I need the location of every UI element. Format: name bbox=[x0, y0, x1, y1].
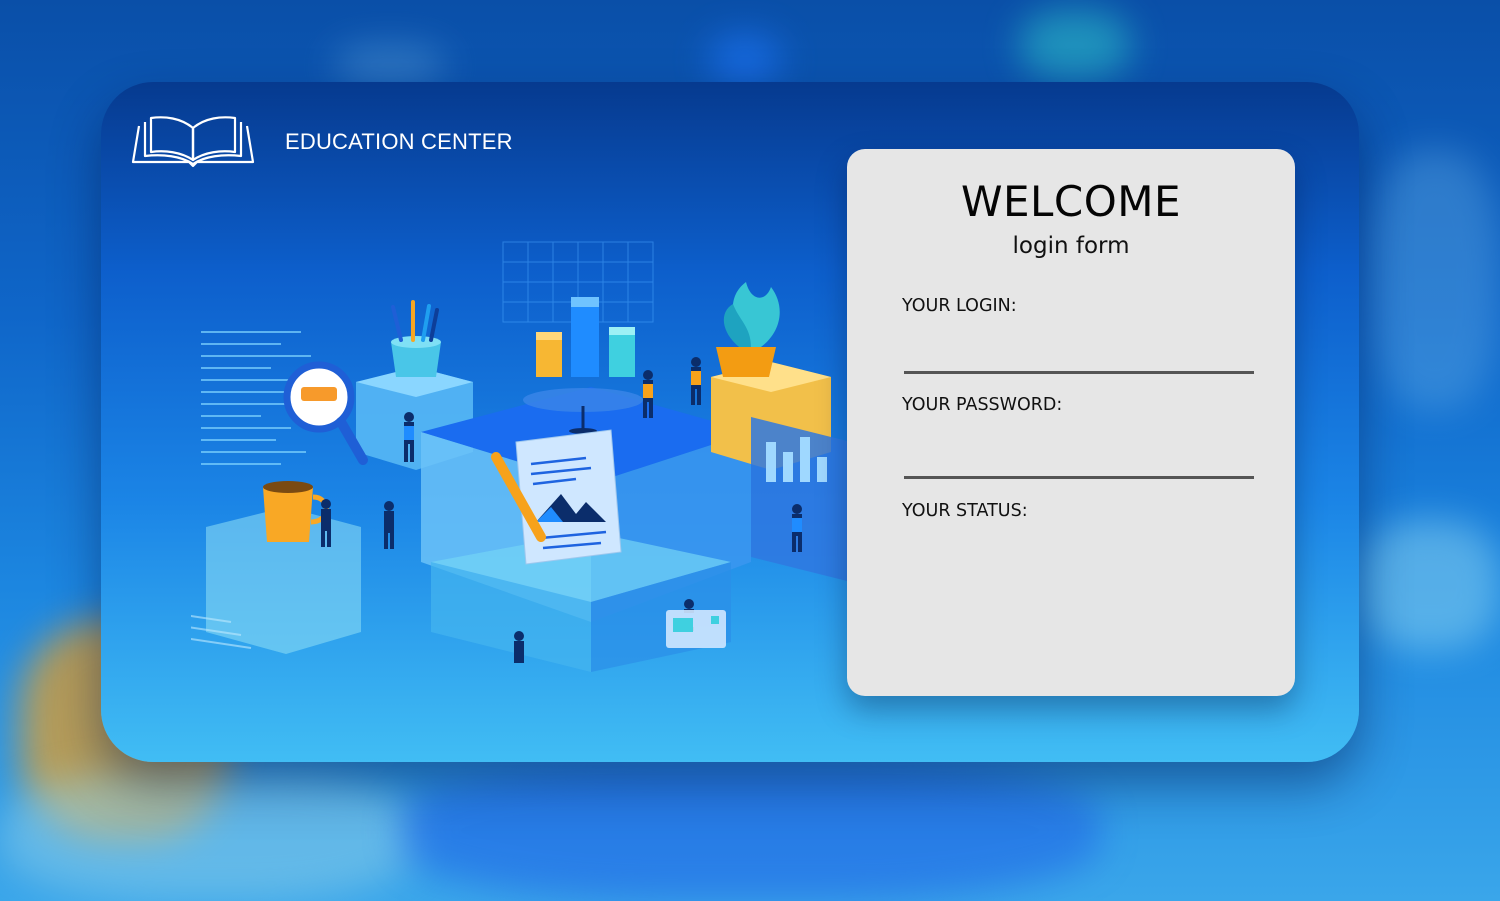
form-subtitle: login form bbox=[1012, 233, 1130, 259]
education-illustration bbox=[130, 202, 861, 672]
background-blob bbox=[400, 760, 1100, 901]
login-input[interactable] bbox=[904, 339, 1254, 374]
background-blob bbox=[1360, 520, 1500, 650]
background-blob bbox=[0, 770, 420, 900]
brand-header: EDUCATION CENTER bbox=[129, 112, 513, 172]
password-input[interactable] bbox=[904, 444, 1254, 479]
background-blob bbox=[710, 35, 780, 85]
login-label: YOUR LOGIN: bbox=[902, 296, 1017, 316]
status-label: YOUR STATUS: bbox=[902, 501, 1028, 521]
brand-name: EDUCATION CENTER bbox=[285, 129, 513, 154]
password-label: YOUR PASSWORD: bbox=[902, 395, 1063, 415]
background-blob bbox=[1370, 150, 1500, 410]
login-panel: WELCOME login form YOUR LOGIN: YOUR PASS… bbox=[847, 149, 1295, 696]
background-blob bbox=[335, 45, 445, 85]
open-book-icon bbox=[129, 112, 257, 172]
background-blob bbox=[1020, 10, 1130, 80]
welcome-title: WELCOME bbox=[960, 177, 1182, 226]
login-card: EDUCATION CENTER WELCOME login form YOUR… bbox=[101, 82, 1359, 762]
